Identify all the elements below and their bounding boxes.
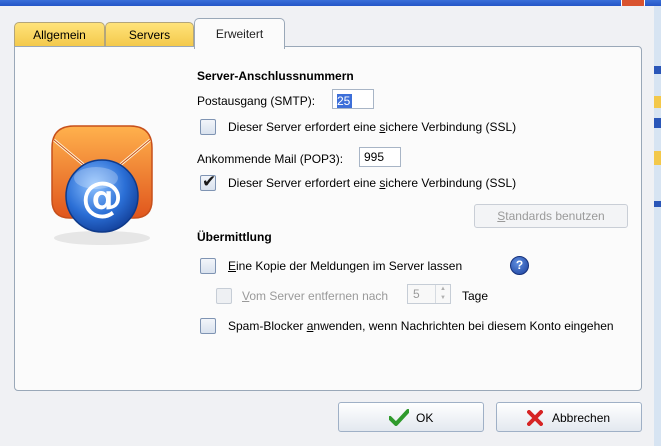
label-accelerator: E: [228, 259, 237, 273]
svg-text:@: @: [81, 172, 123, 221]
tab-erweitert[interactable]: Erweitert: [194, 18, 285, 49]
pop3-port-input[interactable]: [359, 147, 401, 167]
tab-allgemein[interactable]: Allgemein: [14, 22, 105, 47]
smtp-port-label: Postausgang (SMTP):: [197, 94, 316, 108]
label-part: nwenden, wenn Nachrichten bei diesem Kon…: [313, 319, 614, 333]
ok-button[interactable]: OK: [338, 402, 484, 432]
green-checkmark-icon: [389, 409, 409, 426]
help-question-icon[interactable]: ?: [510, 256, 529, 275]
smtp-ssl-checkbox[interactable]: [200, 119, 216, 135]
smtp-ssl-label[interactable]: Dieser Server erfordert eine sichere Ver…: [228, 120, 516, 134]
email-at-envelope-icon: @: [51, 125, 153, 245]
red-x-icon: [527, 410, 543, 426]
label-part: om Server entfernen nach: [249, 289, 389, 303]
delivery-heading: Übermittlung: [197, 230, 272, 244]
remove-days-unit: Tage: [462, 289, 489, 303]
checkmark-icon: ✔: [202, 172, 217, 192]
spam-blocker-checkbox[interactable]: [200, 318, 216, 334]
label-part: ichere Verbindung (SSL): [385, 176, 517, 190]
keep-copy-checkbox[interactable]: [200, 258, 216, 274]
tab-servers[interactable]: Servers: [105, 22, 194, 47]
spinner-up-icon[interactable]: ▲: [436, 285, 450, 294]
button-label: tandards benutzen: [505, 209, 605, 223]
label-part: Dieser Server erfordert eine: [228, 176, 380, 190]
pop3-ssl-checkbox[interactable]: ✔: [200, 172, 217, 192]
remove-after-label[interactable]: Vom Server entfernen nach: [242, 289, 388, 303]
tab-label: Servers: [128, 28, 171, 42]
tab-label: Allgemein: [33, 28, 86, 42]
server-ports-heading: Server-Anschlussnummern: [197, 69, 354, 83]
tab-label: Erweitert: [215, 27, 264, 41]
spam-blocker-label[interactable]: Spam-Blocker anwenden, wenn Nachrichten …: [228, 319, 614, 333]
smtp-port-selected-text: 25: [337, 94, 352, 108]
spinner-arrows[interactable]: ▲ ▼: [435, 285, 450, 303]
label-part: ine Kopie der Meldungen im Server lassen: [236, 259, 463, 273]
pop3-ssl-label[interactable]: Dieser Server erfordert eine sichere Ver…: [228, 176, 516, 190]
pop3-port-label: Ankommende Mail (POP3):: [197, 152, 344, 166]
spinner-down-icon[interactable]: ▼: [436, 294, 450, 303]
use-defaults-button[interactable]: Standards benutzen: [474, 204, 628, 228]
remove-days-spinner[interactable]: 5 ▲ ▼: [407, 284, 451, 304]
cancel-button[interactable]: Abbrechen: [496, 402, 642, 432]
cancel-button-label: Abbrechen: [552, 411, 611, 425]
ok-button-label: OK: [416, 411, 434, 425]
background-window-edge: [654, 6, 661, 446]
label-part: Dieser Server erfordert eine: [228, 120, 380, 134]
keep-copy-label[interactable]: Eine Kopie der Meldungen im Server lasse…: [228, 259, 462, 273]
remove-days-value: 5: [413, 287, 420, 301]
label-part: ichere Verbindung (SSL): [385, 120, 517, 134]
remove-after-checkbox[interactable]: [216, 288, 232, 304]
label-part: Spam-Blocker: [228, 319, 307, 333]
